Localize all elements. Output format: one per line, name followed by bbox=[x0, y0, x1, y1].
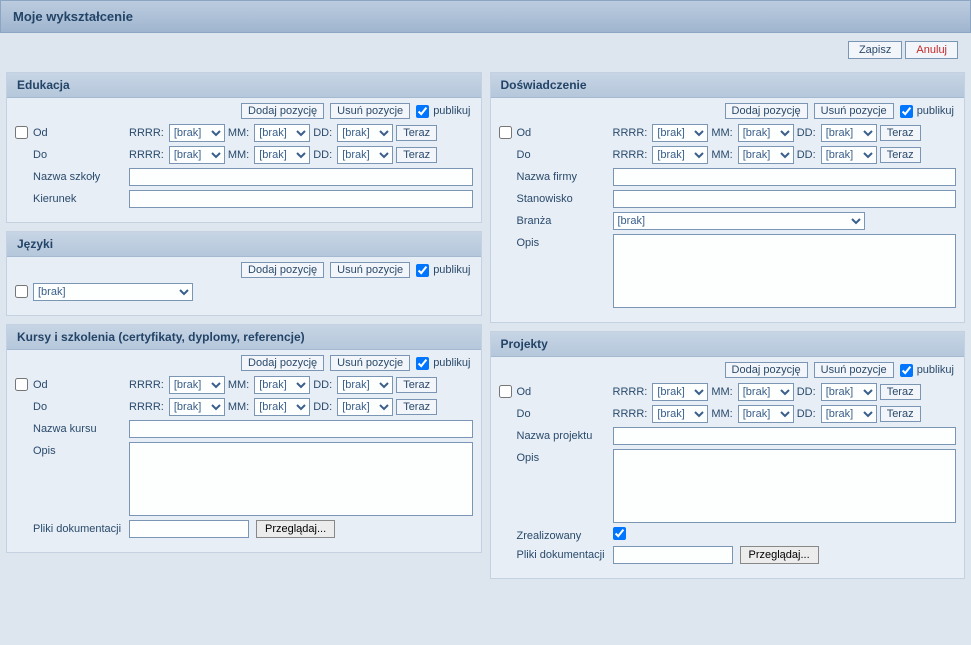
cancel-button[interactable]: Anuluj bbox=[905, 41, 958, 59]
kursy-opis-textarea[interactable] bbox=[129, 442, 473, 516]
kursy-publish-checkbox[interactable] bbox=[416, 357, 429, 370]
proj-row-checkbox[interactable] bbox=[499, 385, 512, 398]
edu-direction-input[interactable] bbox=[129, 190, 473, 208]
kursy-od-now-button[interactable]: Teraz bbox=[396, 377, 437, 393]
label-stanowisko: Stanowisko bbox=[517, 190, 613, 205]
dosw-opis-textarea[interactable] bbox=[613, 234, 957, 308]
lang-remove-button[interactable]: Usuń pozycje bbox=[330, 262, 410, 278]
dosw-remove-button[interactable]: Usuń pozycje bbox=[814, 103, 894, 119]
proj-publish-checkbox[interactable] bbox=[900, 364, 913, 377]
edu-do-now-button[interactable]: Teraz bbox=[396, 147, 437, 163]
dosw-do-now-button[interactable]: Teraz bbox=[880, 147, 921, 163]
save-button[interactable]: Zapisz bbox=[848, 41, 902, 59]
dosw-od-mm-select[interactable]: [brak] bbox=[738, 124, 794, 142]
edu-od-now-button[interactable]: Teraz bbox=[396, 125, 437, 141]
edu-publish-checkbox[interactable] bbox=[416, 105, 429, 118]
label-branza: Branża bbox=[517, 212, 613, 227]
panel-jezyki: Języki Dodaj pozycję Usuń pozycje publik… bbox=[6, 231, 482, 316]
label-mm: MM: bbox=[228, 127, 249, 139]
proj-opis-textarea[interactable] bbox=[613, 449, 957, 523]
kursy-add-button[interactable]: Dodaj pozycję bbox=[241, 355, 324, 371]
edu-do-dd-select[interactable]: [brak] bbox=[337, 146, 393, 164]
panel-doswiadczenie: Doświadczenie Dodaj pozycję Usuń pozycje… bbox=[490, 72, 966, 323]
dosw-od-rrrr-select[interactable]: [brak] bbox=[652, 124, 708, 142]
panel-kursy: Kursy i szkolenia (certyfikaty, dyplomy,… bbox=[6, 324, 482, 553]
publish-text: publikuj bbox=[433, 105, 470, 117]
kursy-do-rrrr-select[interactable]: [brak] bbox=[169, 398, 225, 416]
panel-dosw-header: Doświadczenie bbox=[491, 73, 965, 98]
panel-kursy-header: Kursy i szkolenia (certyfikaty, dyplomy,… bbox=[7, 325, 481, 350]
kursy-file-input[interactable] bbox=[129, 520, 249, 538]
lang-add-button[interactable]: Dodaj pozycję bbox=[241, 262, 324, 278]
dosw-row-checkbox[interactable] bbox=[499, 126, 512, 139]
kursy-browse-button[interactable]: Przeglądaj... bbox=[256, 520, 335, 538]
page-title: Moje wykształcenie bbox=[0, 0, 971, 33]
edu-do-mm-select[interactable]: [brak] bbox=[254, 146, 310, 164]
lang-row-checkbox[interactable] bbox=[15, 285, 28, 298]
edu-do-rrrr-select[interactable]: [brak] bbox=[169, 146, 225, 164]
proj-browse-button[interactable]: Przeglądaj... bbox=[740, 546, 819, 564]
top-actions: Zapisz Anuluj bbox=[0, 33, 971, 68]
proj-do-dd-select[interactable]: [brak] bbox=[821, 405, 877, 423]
kursy-od-rrrr-select[interactable]: [brak] bbox=[169, 376, 225, 394]
proj-name-input[interactable] bbox=[613, 427, 957, 445]
kursy-row-checkbox[interactable] bbox=[15, 378, 28, 391]
kursy-od-dd-select[interactable]: [brak] bbox=[337, 376, 393, 394]
label-nazwa-szkoly: Nazwa szkoły bbox=[33, 168, 129, 183]
edu-od-rrrr-select[interactable]: [brak] bbox=[169, 124, 225, 142]
label-nazwa-kursu: Nazwa kursu bbox=[33, 420, 129, 435]
proj-remove-button[interactable]: Usuń pozycje bbox=[814, 362, 894, 378]
lang-select[interactable]: [brak] bbox=[33, 283, 193, 301]
dosw-do-dd-select[interactable]: [brak] bbox=[821, 146, 877, 164]
edu-row-checkbox[interactable] bbox=[15, 126, 28, 139]
proj-done-checkbox[interactable] bbox=[613, 527, 626, 540]
edu-od-mm-select[interactable]: [brak] bbox=[254, 124, 310, 142]
proj-do-rrrr-select[interactable]: [brak] bbox=[652, 405, 708, 423]
panel-jezyki-header: Języki bbox=[7, 232, 481, 257]
label-nazwa-projektu: Nazwa projektu bbox=[517, 427, 613, 442]
proj-od-dd-select[interactable]: [brak] bbox=[821, 383, 877, 401]
label-rrrr: RRRR: bbox=[129, 127, 164, 139]
kursy-do-now-button[interactable]: Teraz bbox=[396, 399, 437, 415]
dosw-position-input[interactable] bbox=[613, 190, 957, 208]
label-zrealizowany: Zrealizowany bbox=[517, 527, 613, 542]
dosw-do-rrrr-select[interactable]: [brak] bbox=[652, 146, 708, 164]
edu-remove-button[interactable]: Usuń pozycje bbox=[330, 103, 410, 119]
proj-od-now-button[interactable]: Teraz bbox=[880, 384, 921, 400]
label-do: Do bbox=[33, 146, 129, 161]
edu-school-input[interactable] bbox=[129, 168, 473, 186]
dosw-add-button[interactable]: Dodaj pozycję bbox=[725, 103, 808, 119]
dosw-do-mm-select[interactable]: [brak] bbox=[738, 146, 794, 164]
label-kierunek: Kierunek bbox=[33, 190, 129, 205]
panel-projekty-header: Projekty bbox=[491, 332, 965, 357]
label-od: Od bbox=[33, 124, 129, 139]
edu-publish-label: publikuj bbox=[416, 105, 470, 118]
panel-edukacja-header: Edukacja bbox=[7, 73, 481, 98]
label-dd: DD: bbox=[313, 127, 332, 139]
dosw-od-dd-select[interactable]: [brak] bbox=[821, 124, 877, 142]
edu-od-dd-select[interactable]: [brak] bbox=[337, 124, 393, 142]
dosw-industry-select[interactable]: [brak] bbox=[613, 212, 865, 230]
kursy-do-mm-select[interactable]: [brak] bbox=[254, 398, 310, 416]
edu-add-button[interactable]: Dodaj pozycję bbox=[241, 103, 324, 119]
dosw-publish-checkbox[interactable] bbox=[900, 105, 913, 118]
proj-do-mm-select[interactable]: [brak] bbox=[738, 405, 794, 423]
proj-file-input[interactable] bbox=[613, 546, 733, 564]
dosw-company-input[interactable] bbox=[613, 168, 957, 186]
proj-add-button[interactable]: Dodaj pozycję bbox=[725, 362, 808, 378]
kursy-name-input[interactable] bbox=[129, 420, 473, 438]
kursy-remove-button[interactable]: Usuń pozycje bbox=[330, 355, 410, 371]
lang-publish-checkbox[interactable] bbox=[416, 264, 429, 277]
panel-edukacja: Edukacja Dodaj pozycję Usuń pozycje publ… bbox=[6, 72, 482, 223]
proj-od-mm-select[interactable]: [brak] bbox=[738, 383, 794, 401]
label-nazwa-firmy: Nazwa firmy bbox=[517, 168, 613, 183]
kursy-do-dd-select[interactable]: [brak] bbox=[337, 398, 393, 416]
proj-do-now-button[interactable]: Teraz bbox=[880, 406, 921, 422]
dosw-od-now-button[interactable]: Teraz bbox=[880, 125, 921, 141]
kursy-od-mm-select[interactable]: [brak] bbox=[254, 376, 310, 394]
label-pliki: Pliki dokumentacji bbox=[33, 520, 129, 535]
panel-projekty: Projekty Dodaj pozycję Usuń pozycje publ… bbox=[490, 331, 966, 579]
proj-od-rrrr-select[interactable]: [brak] bbox=[652, 383, 708, 401]
